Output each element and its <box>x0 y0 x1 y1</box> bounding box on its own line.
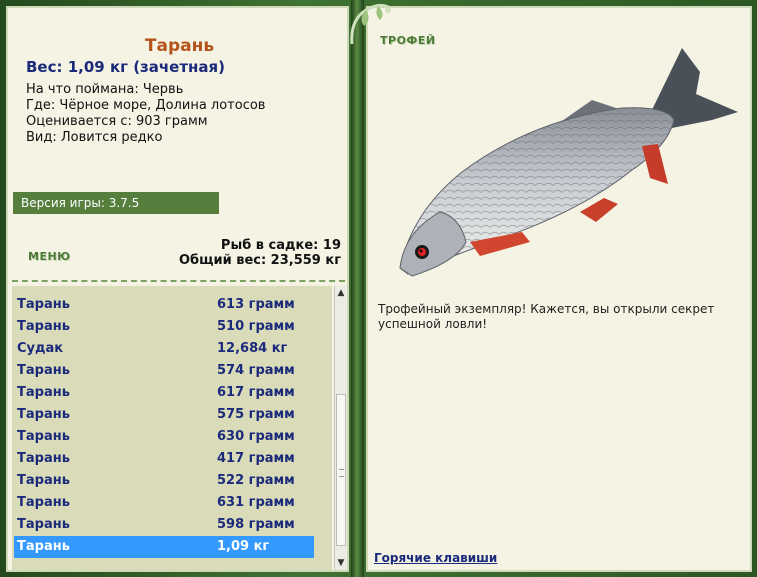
total-weight: Общий вес: 23,559 кг <box>178 253 341 268</box>
fish-list-weight: 522 грамм <box>217 473 295 488</box>
fish-list-name: Тарань <box>17 319 70 334</box>
list-item[interactable]: Тарань 1,09 кг <box>14 536 314 558</box>
trophy-panel: ТРОФЕЙ Трофейный экземпляр! Кажется, вы … <box>366 6 752 572</box>
fish-list-name: Тарань <box>17 451 70 466</box>
scroll-thumb[interactable] <box>336 394 346 546</box>
bait-line: На что поймана: Червь <box>26 82 184 97</box>
list-item[interactable]: Тарань 630 грамм <box>14 426 314 448</box>
fish-list-weight: 630 грамм <box>217 429 295 444</box>
list-item[interactable]: Тарань 522 грамм <box>14 470 314 492</box>
fish-list-weight: 613 грамм <box>217 297 295 312</box>
vine-ornament-icon <box>350 3 391 45</box>
fish-list-name: Тарань <box>17 429 70 444</box>
fish-list-weight: 598 грамм <box>217 517 295 532</box>
fish-list-name: Тарань <box>17 473 70 488</box>
fish-list-weight: 1,09 кг <box>217 539 270 554</box>
fish-list-weight: 510 грамм <box>217 319 295 334</box>
fish-list-name: Тарань <box>17 517 70 532</box>
list-item[interactable]: Судак 12,684 кг <box>14 338 314 360</box>
panel-divider <box>351 0 364 577</box>
fish-list-name: Тарань <box>17 297 70 312</box>
fish-list-name: Тарань <box>17 495 70 510</box>
list-item[interactable]: Тарань 617 грамм <box>14 382 314 404</box>
fish-list-weight: 631 грамм <box>217 495 295 510</box>
list-item[interactable]: Тарань 631 грамм <box>14 492 314 514</box>
fish-list-weight: 417 грамм <box>217 451 295 466</box>
list-scrollbar[interactable]: ▲ ▼ <box>334 286 347 570</box>
menu-button[interactable]: МЕНЮ <box>28 250 71 263</box>
fish-list-weight: 617 грамм <box>217 385 295 400</box>
fish-details: На что поймана: Червь Где: Чёрное море, … <box>26 82 265 146</box>
fish-list-name: Тарань <box>17 539 70 554</box>
fish-image <box>399 48 738 277</box>
scroll-up-icon[interactable]: ▲ <box>335 286 347 300</box>
fish-list-weight: 574 грамм <box>217 363 295 378</box>
list-item[interactable]: Тарань 510 грамм <box>14 316 314 338</box>
scroll-down-icon[interactable]: ▼ <box>335 556 347 570</box>
fish-list-weight: 575 грамм <box>217 407 295 422</box>
fish-list-name: Судак <box>17 341 64 356</box>
fish-weight: Вес: 1,09 кг (зачетная) <box>26 58 226 76</box>
dashed-divider <box>12 280 345 282</box>
trophy-message: Трофейный экземпляр! Кажется, вы открыли… <box>378 302 715 331</box>
list-item[interactable]: Тарань 574 грамм <box>14 360 314 382</box>
value-line: Оценивается с: 903 грамм <box>26 114 208 129</box>
list-item[interactable]: Тарань 575 грамм <box>14 404 314 426</box>
fish-list-name: Тарань <box>17 407 70 422</box>
hotkeys-link[interactable]: Горячие клавиши <box>374 551 497 565</box>
kind-line: Вид: Ловится редко <box>26 130 163 145</box>
fish-list-weight: 12,684 кг <box>217 341 288 356</box>
game-version: Версия игры: 3.7.5 <box>13 192 219 214</box>
fish-name-title: Тарань <box>144 36 215 56</box>
list-item[interactable]: Тарань 417 грамм <box>14 448 314 470</box>
list-item[interactable]: Тарань 613 грамм <box>14 294 314 316</box>
fish-list-name: Тарань <box>17 363 70 378</box>
list-item[interactable]: Тарань 598 грамм <box>14 514 314 536</box>
fish-list-name: Тарань <box>17 385 70 400</box>
place-line: Где: Чёрное море, Долина лотосов <box>26 98 266 113</box>
fish-count: Рыб в садке: 19 <box>220 238 341 253</box>
catch-list[interactable]: Тарань 613 грамм Тарань 510 грамм Судак 12,68… <box>12 286 332 570</box>
fish-info-panel: Тарань Вес: 1,09 кг (зачетная) На что по… <box>6 6 349 572</box>
catch-stats: Рыб в садке: 19 Общий вес: 23,559 кг <box>179 238 341 268</box>
